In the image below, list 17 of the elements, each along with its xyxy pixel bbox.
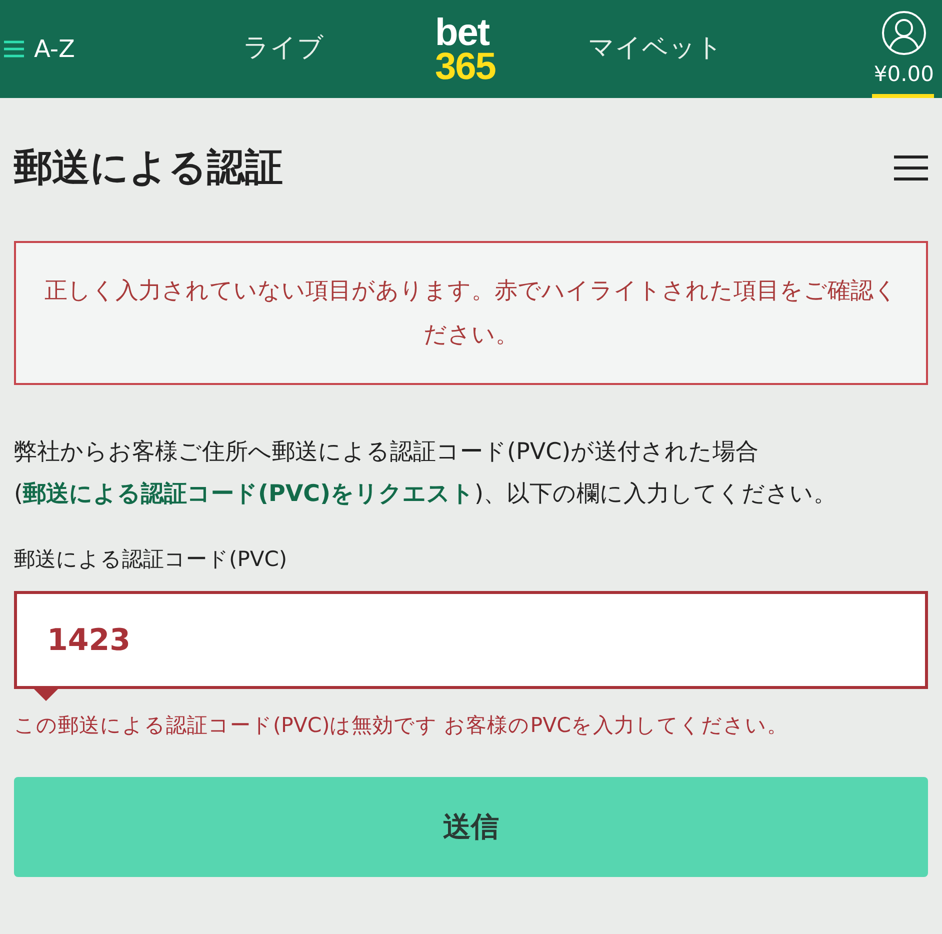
a-z-menu-button[interactable]: A-Z — [4, 35, 75, 63]
error-alert: 正しく入力されていない項目があります。赤でハイライトされた項目をご確認ください。 — [14, 241, 928, 385]
nav-link[interactable]: マイベット — [588, 30, 723, 65]
error-pointer-icon — [34, 689, 58, 701]
error-message: この郵送による認証コード(PVC)は無効です お客様のPVCを入力してください。 — [14, 712, 789, 739]
request-link[interactable]: 郵送による認証コード(PVC)をリクエスト — [22, 481, 475, 507]
logo[interactable]: bet 365 — [435, 16, 496, 84]
account-button[interactable]: ¥0.00 — [874, 10, 934, 86]
user-icon — [880, 10, 927, 56]
nav-link[interactable]: ライブ — [243, 30, 324, 65]
code-input-field[interactable]: 1423 — [14, 591, 928, 689]
instruction-text: 弊社からお客様ご住所へ郵送による認証コード(PVC)が送付された場合 (郵送による認証コード(PVC)をリクエスト)、以下の欄に入力してください。 — [14, 438, 838, 509]
field-label: 郵送による認証コード(PVC) — [14, 546, 288, 573]
submit-button[interactable]: 送信 — [14, 777, 928, 877]
menu-icon[interactable] — [894, 154, 928, 180]
page-title: 郵送による認証 — [14, 144, 283, 191]
menu-icon — [4, 40, 24, 58]
